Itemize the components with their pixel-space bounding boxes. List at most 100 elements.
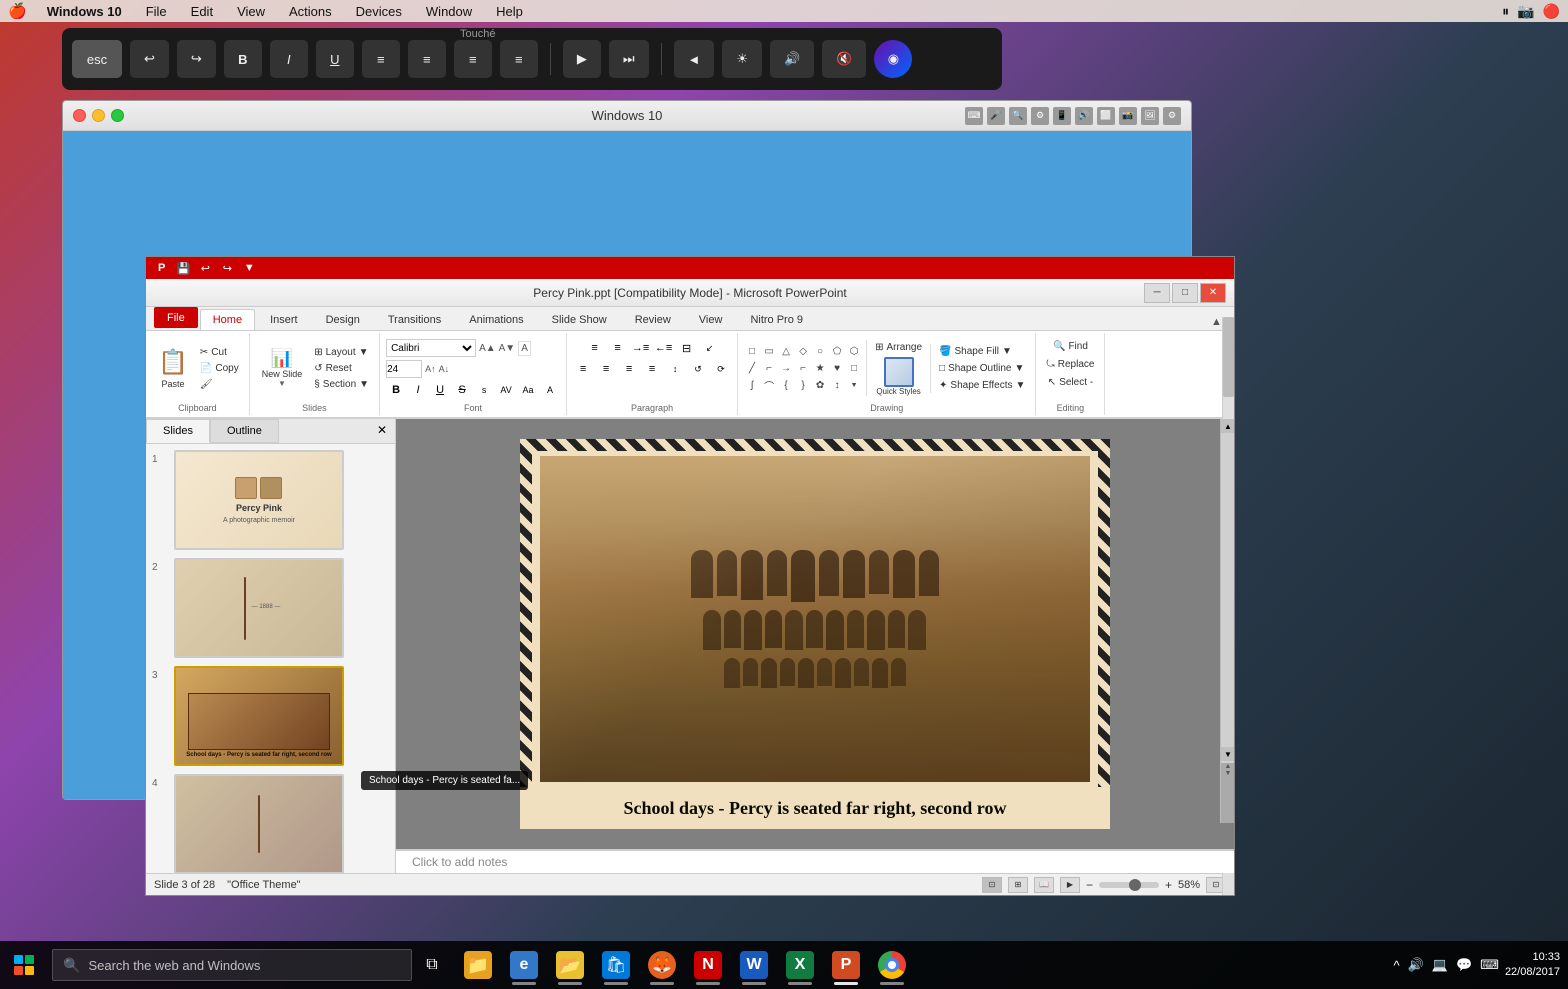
reset-button[interactable]: ↺ Reset — [310, 361, 373, 376]
scroll-shape[interactable]: ↕ — [829, 377, 845, 393]
tab-view[interactable]: View — [686, 309, 736, 330]
apple-menu[interactable]: 🍎 — [8, 2, 27, 20]
redo-qat-button[interactable]: ↪ — [219, 260, 235, 276]
align-right-button[interactable]: ≡ — [619, 360, 639, 378]
maximize-traffic-light[interactable] — [111, 109, 124, 122]
text-direction-button[interactable]: ↺ — [688, 360, 708, 378]
network-taskbar-icon[interactable]: 💻 — [1432, 957, 1448, 973]
touch-undo-button[interactable]: ↩ — [130, 40, 169, 78]
bracket-shape[interactable]: { — [778, 377, 794, 393]
triangle-shape[interactable]: △ — [778, 343, 794, 359]
arrow-shape[interactable]: → — [778, 360, 794, 376]
tab-file[interactable]: File — [154, 307, 198, 328]
hexagon-shape[interactable]: ⬡ — [846, 343, 862, 359]
minimize-traffic-light[interactable] — [92, 109, 105, 122]
view-menu[interactable]: View — [233, 4, 269, 19]
taskbar-app-firefox[interactable]: 🦊 — [640, 941, 684, 989]
rectangle-shape[interactable]: □ — [744, 343, 760, 359]
slide-thumb-2[interactable]: 2 — 1888 — — [150, 556, 391, 660]
language-taskbar-icon[interactable]: ⌨ — [1480, 957, 1499, 973]
taskbar-search[interactable]: 🔍 Search the web and Windows — [52, 949, 412, 981]
font-color-button[interactable]: A — [540, 381, 560, 399]
replace-button[interactable]: ⤿ Replace — [1042, 357, 1098, 372]
task-view-button[interactable]: ⧉ — [412, 941, 452, 989]
touch-underline-button[interactable]: U — [316, 40, 354, 78]
taskbar-app-store[interactable]: 🛍 — [594, 941, 638, 989]
taskbar-app-excel[interactable]: X — [778, 941, 822, 989]
rtl-button[interactable]: ↙ — [700, 339, 720, 357]
slide-panel-close-button[interactable]: ✕ — [369, 419, 395, 443]
ppt-maximize-button[interactable]: □ — [1172, 283, 1191, 303]
taskbar-app-edge[interactable]: e — [502, 941, 546, 989]
touch-align-right-button[interactable]: ≡ — [454, 40, 492, 78]
curve-shape[interactable]: ∫ — [744, 377, 760, 393]
brace-shape[interactable]: } — [795, 377, 811, 393]
notification-taskbar-icon[interactable]: 💬 — [1456, 957, 1472, 973]
increase-font-button[interactable]: A▲ — [479, 343, 496, 354]
paste-button[interactable]: 📋 Paste — [152, 338, 194, 398]
start-button[interactable] — [0, 941, 48, 989]
slide-canvas[interactable]: School days - Percy is seated far right,… — [520, 439, 1110, 799]
case-ribbon-button[interactable]: Aa — [518, 381, 538, 399]
spacing-ribbon-button[interactable]: AV — [496, 381, 516, 399]
line-spacing-button[interactable]: ↕ — [665, 360, 685, 378]
search-placeholder[interactable]: Search the web and Windows — [88, 958, 260, 973]
touch-redo-button[interactable]: ↪ — [177, 40, 216, 78]
inc-size-button[interactable]: A↑ — [425, 364, 436, 374]
align-left-button[interactable]: ≡ — [573, 360, 593, 378]
touch-forward-button[interactable]: ⏭ — [609, 40, 649, 78]
numbered-list-button[interactable]: ≡ — [608, 339, 628, 357]
dec-size-button[interactable]: A↓ — [439, 364, 450, 374]
ppt-minimize-button[interactable]: ─ — [1144, 283, 1170, 303]
font-family-select[interactable]: Calibri — [386, 339, 476, 357]
taskbar-app-file-explorer[interactable]: 📂 — [548, 941, 592, 989]
corner-shape[interactable]: ⌐ — [795, 360, 811, 376]
taskbar-app-powerpoint[interactable]: P — [824, 941, 868, 989]
bullet-list-button[interactable]: ≡ — [585, 339, 605, 357]
flower-shape[interactable]: ✿ — [812, 377, 828, 393]
elbow-shape[interactable]: ⌐ — [761, 360, 777, 376]
touch-play-button[interactable]: ▶ — [563, 40, 601, 78]
arc-shape[interactable]: ⌒ — [761, 377, 777, 393]
file-menu[interactable]: File — [142, 4, 171, 19]
undo-qat-button[interactable]: ↩ — [197, 260, 213, 276]
tab-nitro[interactable]: Nitro Pro 9 — [737, 309, 816, 330]
copy-button[interactable]: 📄 Copy — [196, 361, 243, 376]
decrease-font-button[interactable]: A▼ — [499, 343, 516, 354]
bold-ribbon-button[interactable]: B — [386, 381, 406, 399]
callout-shape[interactable]: □ — [846, 360, 862, 376]
touch-bold-button[interactable]: B — [224, 40, 262, 78]
tab-animations[interactable]: Animations — [456, 309, 536, 330]
ellipse-shape[interactable]: ○ — [812, 343, 828, 359]
align-center-button[interactable]: ≡ — [596, 360, 616, 378]
layout-button[interactable]: ⊞ Layout ▼ — [310, 345, 373, 360]
arrange-button[interactable]: ⊞ Arrange — [871, 340, 926, 355]
help-menu[interactable]: Help — [492, 4, 527, 19]
touch-align-justify-button[interactable]: ≡ — [500, 40, 538, 78]
increase-indent-button[interactable]: →≡ — [631, 339, 651, 357]
line-shape[interactable]: ╱ — [744, 360, 760, 376]
heart-shape[interactable]: ♥ — [829, 360, 845, 376]
tab-slideshow[interactable]: Slide Show — [539, 309, 620, 330]
tab-home[interactable]: Home — [200, 309, 255, 330]
devices-menu[interactable]: Devices — [352, 4, 406, 19]
rounded-rect-shape[interactable]: ▭ — [761, 343, 777, 359]
taskbar-app-word[interactable]: W — [732, 941, 776, 989]
strikethrough-ribbon-button[interactable]: S — [452, 381, 472, 399]
star-shape[interactable]: ★ — [812, 360, 828, 376]
touch-align-center-button[interactable]: ≡ — [408, 40, 446, 78]
shape-effects-button[interactable]: ✦ Shape Effects ▼ — [935, 378, 1029, 393]
pentagon-shape[interactable]: ⬠ — [829, 343, 845, 359]
tab-insert[interactable]: Insert — [257, 309, 311, 330]
new-slide-button[interactable]: 📊 New Slide ▼ — [256, 338, 309, 398]
shape-fill-button[interactable]: 🪣 Shape Fill ▼ — [935, 344, 1029, 359]
new-slide-dropdown[interactable]: ▼ — [278, 379, 286, 388]
shadow-ribbon-button[interactable]: s — [474, 381, 494, 399]
tab-design[interactable]: Design — [313, 309, 373, 330]
app-name-menu[interactable]: Windows 10 — [43, 4, 126, 19]
outline-tab[interactable]: Outline — [210, 419, 279, 443]
find-button[interactable]: 🔍 Find — [1049, 339, 1092, 354]
touch-left-button[interactable]: ◄ — [674, 40, 715, 78]
quick-styles-button[interactable] — [884, 357, 914, 387]
touch-italic-button[interactable]: I — [270, 40, 308, 78]
